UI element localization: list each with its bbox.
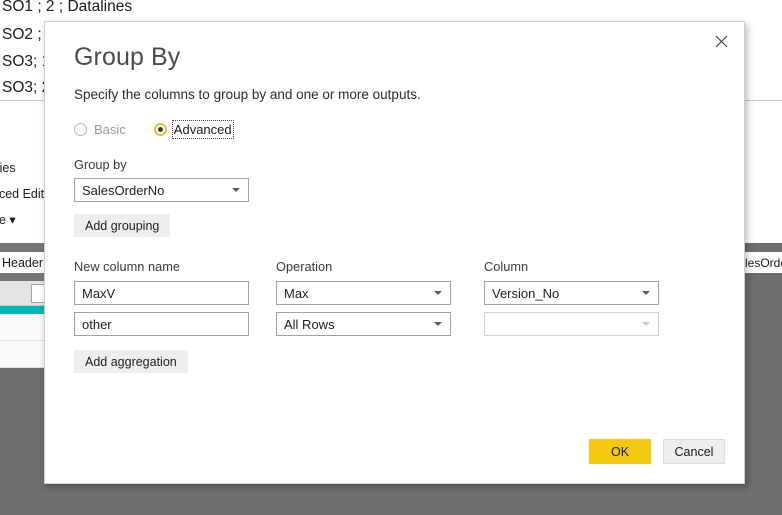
aggregation-row: All Rows [74,312,686,336]
new-column-name-input[interactable] [74,281,249,305]
background-code-line: SO2 ; [2,26,42,43]
background-code-line: SO1 ; 2 ; Datalines [2,0,133,15]
background-code-line: SO3; 1 [2,53,51,70]
page-title: Group By [74,43,181,71]
operation-dropdown[interactable]: Max [276,281,451,305]
background-grid-row [0,341,44,368]
group-by-dropdown[interactable]: SalesOrderNo [74,178,249,202]
group-by-label: Group by [74,157,127,172]
radio-basic[interactable]: Basic [74,122,126,137]
aggregation-column-cell [484,312,659,336]
chevron-down-icon [642,291,650,295]
aggregation-name-cell [74,312,249,336]
column-header-operation: Operation [276,259,333,274]
aggregation-operation-cell: Max [276,281,451,305]
group-by-dropdown-value: SalesOrderNo [82,182,165,198]
chevron-down-icon [434,322,442,326]
aggregation-column-cell: Version_No [484,281,659,305]
aggregation-name-cell [74,281,249,305]
radio-advanced-mark [153,122,167,136]
background-bottom-dark-panel [44,484,745,515]
radio-advanced[interactable]: Advanced [153,119,234,139]
add-aggregation-button[interactable]: Add aggregation [74,350,188,373]
aggregation-row: Max Version_No [74,281,686,305]
background-teal-accent-bar [0,306,44,314]
background-ribbon-advanced-editor[interactable]: nced Edit [0,187,44,201]
background-left-dark-panel [0,368,44,515]
column-header-new-column-name: New column name [74,259,180,274]
background-right-white-column [745,101,782,249]
operation-dropdown-value: All Rows [284,316,335,332]
background-code-line: SO3; 2 [2,79,51,96]
ok-button[interactable]: OK [589,439,651,464]
radio-advanced-label: Advanced [171,119,234,139]
add-grouping-button[interactable]: Add grouping [74,214,171,237]
dialog-body: Group By Specify the columns to group by… [74,42,724,237]
background-ribbon-properties[interactable]: rties [0,161,16,175]
background-grey-separator [0,243,44,252]
screenshot-root: SO1 ; 2 ; Datalines SO2 ; SO3; 1 SO3; 2 … [0,0,782,515]
column-dropdown[interactable]: Version_No [484,281,659,305]
add-aggregation-wrap: Add aggregation [74,350,686,373]
column-dropdown-value: Version_No [492,285,560,301]
background-header-label: Header [2,256,43,270]
background-right-dark-panel [745,273,782,515]
radio-basic-label: Basic [94,121,126,137]
dialog-subtitle: Specify the columns to group by and one … [74,87,421,102]
dialog-footer: OK Cancel [589,439,725,464]
aggregations-section: New column name Operation Column MaxV Ma… [74,259,686,373]
mode-radio-group: Basic Advanced [74,119,724,139]
new-column-name-input[interactable] [74,312,249,336]
background-ribbon-manage[interactable]: ge ▾ [0,212,16,227]
group-by-section: Group by SalesOrderNo Add grouping [74,157,724,237]
cancel-button[interactable]: Cancel [663,439,725,464]
background-grey-separator [0,273,44,281]
group-by-dialog: Group By Specify the columns to group by… [44,21,745,484]
column-header-column: Column [484,259,529,274]
aggregation-operation-cell: All Rows [276,312,451,336]
aggregations-header-row: New column name Operation Column [74,259,686,274]
chevron-down-icon [642,322,650,326]
column-dropdown-disabled [484,312,659,336]
background-right-column-label: lesOrde [745,256,782,270]
chevron-down-icon [434,291,442,295]
radio-basic-mark [74,122,87,136]
add-grouping-wrap: Add grouping [74,214,724,237]
operation-dropdown[interactable]: All Rows [276,312,451,336]
chevron-down-icon [232,188,240,192]
background-grid-row [0,314,44,341]
background-grey-separator [745,243,782,252]
operation-dropdown-value: Max [284,285,309,301]
